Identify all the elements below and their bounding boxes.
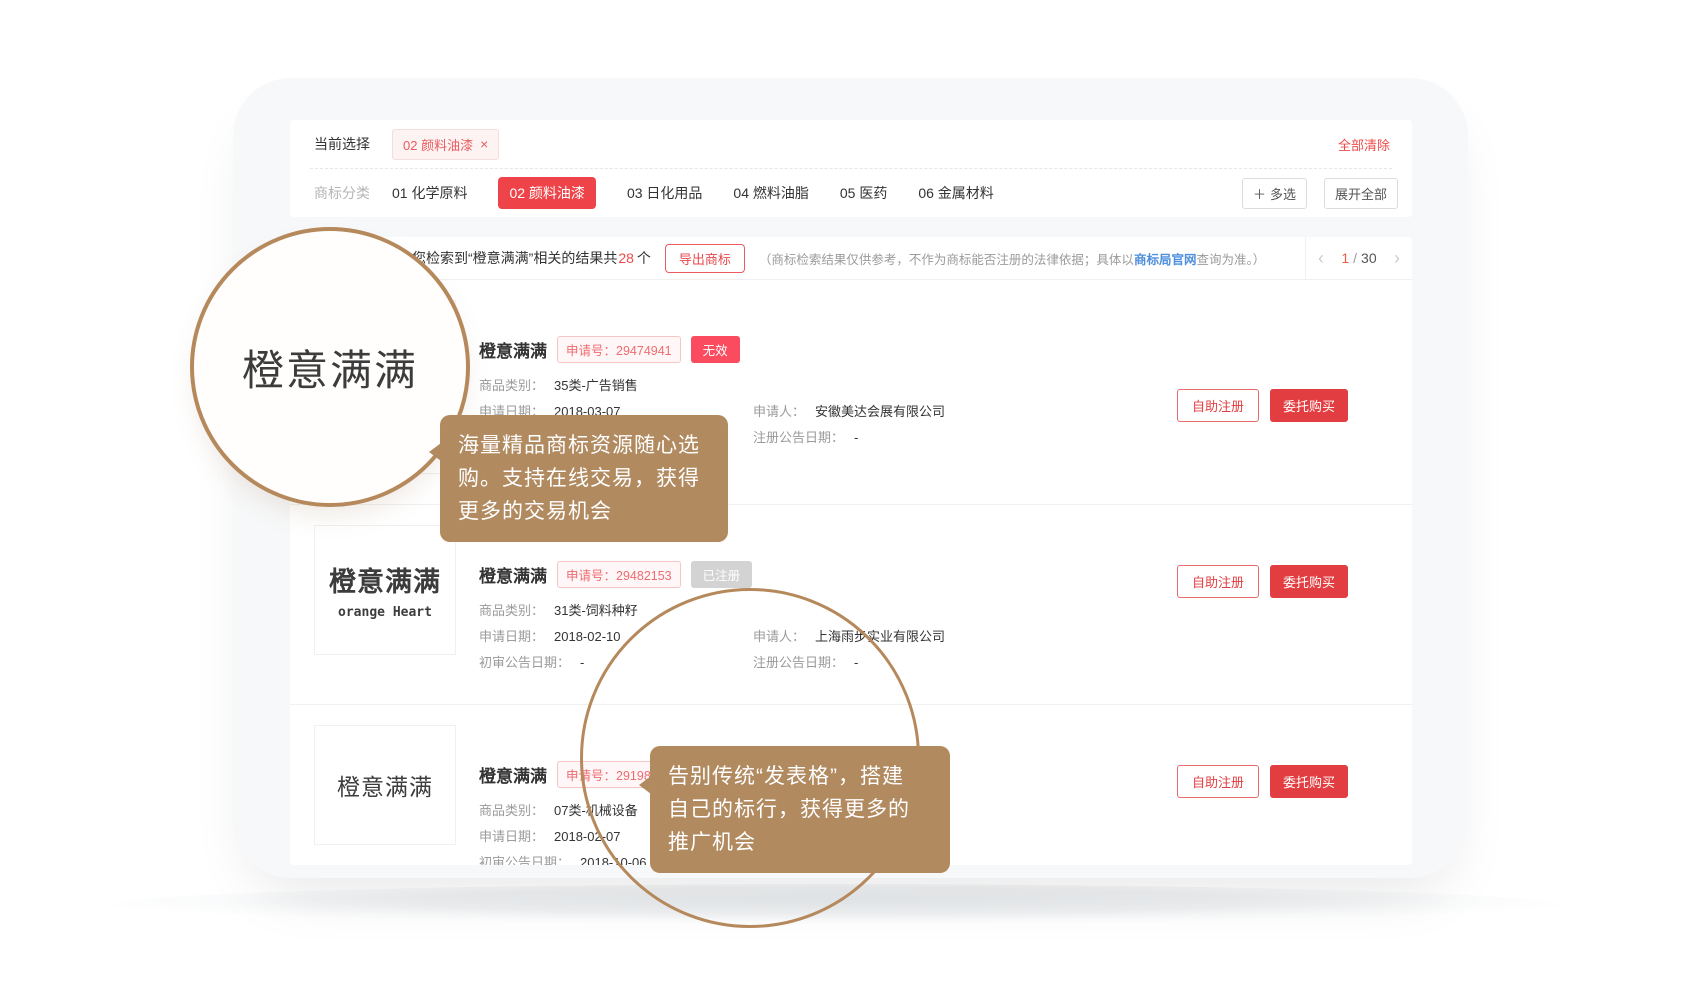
filter-section: 当前选择 02 颜料油漆 × 全部清除 商标分类 01 化学原料 02 颜料油漆… [290,120,1412,217]
apply-date-label: 申请日期： [479,628,544,646]
category-label: 商品类别： [479,377,544,395]
current-selection-label: 当前选择 [314,134,370,154]
first-announcement-value: - [580,654,584,672]
status-badge-registered: 已注册 [691,561,753,588]
magnifier-circle: 橙意满满 [190,227,470,507]
category-03[interactable]: 03 日化用品 [627,183,702,203]
trademark-office-link[interactable]: 商标局官网 [1134,253,1197,267]
multi-select-button[interactable]: ＋ 多选 [1242,178,1307,209]
current-selection-bar: 当前选择 02 颜料油漆 × 全部清除 [290,120,1412,168]
applicant-value: 安徽美达会展有限公司 [815,403,945,421]
next-page-icon[interactable]: › [1394,249,1400,267]
reg-announcement-value: - [854,429,858,447]
magnified-trademark-text: 橙意满满 [242,337,418,398]
status-badge-invalid: 无效 [691,336,740,363]
pagination: ‹ 1/30 › [1305,237,1412,279]
applicant-label: 申请人： [753,403,805,421]
application-no-tag: 申请号：29482153 [557,561,681,588]
category-value: 31类-饲料种籽 [554,602,638,620]
results-count: 28 [618,250,634,266]
first-announcement-label: 初审公告日期： [479,854,570,865]
trademark-name: 橙意满满 [479,562,547,587]
export-trademarks-button[interactable]: 导出商标 [665,244,745,273]
disclaimer-text: （商标检索结果仅供参考，不作为商标能否注册的法律依据；具体以商标局官网查询为准。… [759,249,1265,268]
selected-filter-tag-label: 02 颜料油漆 [403,135,473,154]
category-label: 商品类别： [479,602,544,620]
category-label: 商品类别： [479,802,544,820]
category-02-active[interactable]: 02 颜料油漆 [498,177,595,209]
category-05[interactable]: 05 医药 [840,183,887,203]
apply-date-value: 2018-02-10 [554,628,621,646]
self-register-button[interactable]: 自助注册 [1177,765,1259,798]
category-06[interactable]: 06 金属材料 [918,183,993,203]
prev-page-icon[interactable]: ‹ [1318,249,1324,267]
multi-select-label: 多选 [1270,184,1296,203]
trademark-name: 橙意满满 [479,762,547,787]
plus-icon: ＋ [1253,184,1266,203]
category-value: 35类-广告销售 [554,377,638,395]
entrust-purchase-button[interactable]: 委托购买 [1270,765,1348,798]
expand-all-button[interactable]: 展开全部 [1324,178,1398,209]
application-no-tag: 申请号：29474941 [557,336,681,363]
selected-filter-tag[interactable]: 02 颜料油漆 × [392,129,499,160]
results-header: 在当前分类下为您检索到“橙意满满”相关的结果共28个 导出商标 （商标检索结果仅… [290,237,1412,280]
trademark-name: 橙意满满 [479,337,547,362]
self-register-button[interactable]: 自助注册 [1177,565,1259,598]
entrust-purchase-button[interactable]: 委托购买 [1270,389,1348,422]
first-announcement-label: 初审公告日期： [479,654,570,672]
classification-label: 商标分类 [314,183,370,203]
reg-announcement-label: 注册公告日期： [753,429,844,447]
trademark-image-2[interactable]: 橙意满满 orange Heart [314,525,456,655]
page: { "filter_bar": { "label": "当前选择", "sele… [0,0,1696,1002]
trademark-image-subtext: orange Heart [338,605,432,620]
self-register-button[interactable]: 自助注册 [1177,389,1259,422]
remove-filter-icon[interactable]: × [480,137,488,151]
trademark-image-3[interactable]: 橙意满满 [314,725,456,845]
callout-promotion: 告别传统“发表格”，搭建 自己的标行，获得更多的 推广机会 [650,746,950,873]
page-indicator: 1/30 [1341,250,1376,266]
category-01[interactable]: 01 化学原料 [392,183,467,203]
classification-bar: 商标分类 01 化学原料 02 颜料油漆 03 日化用品 04 燃料油脂 05 … [290,169,1412,217]
clear-all-button[interactable]: 全部清除 [1338,135,1390,154]
entrust-purchase-button[interactable]: 委托购买 [1270,565,1348,598]
category-04[interactable]: 04 燃料油脂 [733,183,808,203]
category-list: 01 化学原料 02 颜料油漆 03 日化用品 04 燃料油脂 05 医药 06… [392,177,994,209]
callout-trade-resources: 海量精品商标资源随心选 购。支持在线交易，获得 更多的交易机会 [440,415,728,542]
apply-date-label: 申请日期： [479,828,544,846]
